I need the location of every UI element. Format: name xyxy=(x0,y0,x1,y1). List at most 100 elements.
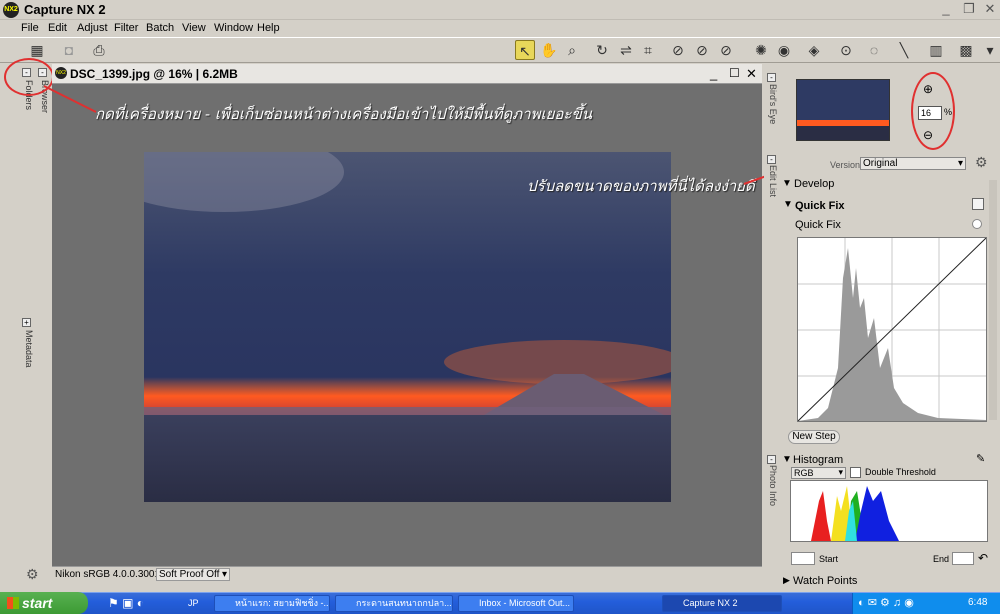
develop-section-arrow-icon[interactable]: ▼ xyxy=(782,178,792,189)
clock: 6:48 xyxy=(968,597,988,608)
version-dropdown[interactable]: Original ▾ xyxy=(860,157,966,170)
doc-close-icon[interactable]: ✕ xyxy=(746,66,757,82)
tray-icons[interactable]: ◐ ✉ ⚙ ♫ ◉ xyxy=(858,596,914,609)
settings-gear-icon[interactable]: ⚙ xyxy=(26,566,39,583)
edit-list-gear-icon[interactable]: ⚙ xyxy=(975,154,988,171)
photo-info-tab[interactable]: Photo Info xyxy=(766,465,778,506)
reset-icon[interactable]: ↶ xyxy=(978,551,988,565)
version-label: Version xyxy=(830,160,861,170)
watch-points-header[interactable]: Watch Points xyxy=(793,575,857,587)
double-threshold-checkbox[interactable] xyxy=(850,467,861,478)
new-step-button[interactable]: New Step xyxy=(788,430,840,444)
gray-eyedropper-icon[interactable]: ⊘ xyxy=(692,40,712,60)
restore-button[interactable]: ❐ xyxy=(961,1,977,17)
annotation-circle-zoom xyxy=(911,72,955,150)
crop-tool-icon[interactable]: ⌗ xyxy=(638,40,658,60)
white-eyedropper-icon[interactable]: ⊘ xyxy=(716,40,736,60)
menu-file[interactable]: File xyxy=(21,22,39,34)
document-title: DSC_1399.jpg @ 16% | 6.2MB xyxy=(70,67,238,81)
expand-metadata-button[interactable]: + xyxy=(22,318,31,327)
title-bar xyxy=(0,0,1000,20)
dropdown-arrow-icon: ▾ xyxy=(957,158,963,169)
start-label: start xyxy=(22,595,53,611)
gradient-tool-icon[interactable]: ▥ xyxy=(926,40,946,60)
end-input[interactable] xyxy=(952,552,974,565)
histogram-arrow-icon[interactable]: ▼ xyxy=(782,454,792,465)
windows-logo-icon xyxy=(7,597,19,609)
double-threshold-label: Double Threshold xyxy=(865,467,936,477)
histogram-graph xyxy=(790,480,988,542)
metadata-tab[interactable]: Metadata xyxy=(20,330,34,368)
annotation-arrow-left xyxy=(43,85,97,113)
channel-value: RGB xyxy=(794,468,814,478)
watch-points-arrow-icon[interactable]: ▶ xyxy=(783,575,790,586)
task-capture-nx[interactable]: Capture NX 2 xyxy=(662,595,782,612)
camera-icon[interactable]: ◘ xyxy=(59,40,79,60)
straighten-tool-icon[interactable]: ⇌ xyxy=(616,40,636,60)
start-label: Start xyxy=(819,554,839,564)
menu-help[interactable]: Help xyxy=(257,22,280,34)
menu-view[interactable]: View xyxy=(182,22,206,34)
soft-proof-dropdown[interactable]: Soft Proof Off ▾ xyxy=(156,568,230,581)
language-indicator[interactable]: JP xyxy=(188,598,199,608)
doc-maximize-icon[interactable]: ☐ xyxy=(729,66,740,80)
doc-minimize-icon[interactable]: _ xyxy=(710,66,717,81)
soft-proof-value: Soft Proof Off xyxy=(159,569,220,580)
menu-adjust[interactable]: Adjust xyxy=(77,22,108,34)
quick-fix-arrow-icon[interactable]: ▼ xyxy=(783,199,793,210)
minimize-button[interactable]: _ xyxy=(938,1,954,17)
annotation-left-note: กดที่เครื่องหมาย - เพื่อเก็บซ่อนหน้าต่าง… xyxy=(95,105,592,123)
collapse-edit-list-button[interactable]: - xyxy=(767,155,776,164)
quicklaunch-icons[interactable]: ⚑ ▣ ◐ xyxy=(108,596,144,610)
direct-select-tool-icon[interactable]: ↖ xyxy=(515,40,535,60)
task-forum[interactable]: กระดานสนทนาถกปลา... xyxy=(335,595,453,612)
app-logo-icon: NX2 xyxy=(3,2,19,18)
channel-dropdown[interactable]: RGB ▾ xyxy=(791,467,846,479)
quick-fix-checkbox[interactable] xyxy=(972,198,984,210)
control-point-icon[interactable]: ⊙ xyxy=(836,40,856,60)
print-icon[interactable]: ⎙ xyxy=(89,40,109,60)
task-siamfishing[interactable]: หน้าแรก: สยามฟิชชิ่ง -... xyxy=(214,595,330,612)
collapse-photo-info-button[interactable]: - xyxy=(767,455,776,464)
zoom-tool-icon[interactable]: ⌕ xyxy=(562,40,582,60)
task-outlook[interactable]: Inbox - Microsoft Out... xyxy=(458,595,574,612)
hand-tool-icon[interactable]: ✋ xyxy=(539,40,559,60)
black-eyedropper-icon[interactable]: ⊘ xyxy=(668,40,688,60)
eye-tool-icon[interactable]: ◉ xyxy=(774,40,794,60)
birds-eye-tab[interactable]: Bird's Eye xyxy=(766,84,778,124)
menu-filter[interactable]: Filter xyxy=(114,22,138,34)
collapse-birds-eye-button[interactable]: - xyxy=(767,73,776,82)
auto-retouch-brush-icon[interactable]: ◈ xyxy=(804,40,824,60)
histogram-settings-icon[interactable]: ✎ xyxy=(976,452,985,465)
dropdown-arrow-icon: ▾ xyxy=(838,467,843,477)
edit-list-scrollbar[interactable] xyxy=(989,180,997,420)
histogram-header[interactable]: Histogram xyxy=(793,454,843,466)
quick-fix-row[interactable]: Quick Fix xyxy=(795,219,841,231)
color-profile-label: Nikon sRGB 4.0.0.3001 xyxy=(55,569,161,580)
left-panel-rail xyxy=(16,64,52,570)
dropdown-arrow-icon: ▾ xyxy=(221,569,227,580)
lasso-tool-icon[interactable]: ◌ xyxy=(864,40,884,60)
edit-list-tab[interactable]: Edit List xyxy=(766,165,778,197)
develop-section-header[interactable]: Develop xyxy=(794,178,834,190)
menu-edit[interactable]: Edit xyxy=(48,22,67,34)
start-input[interactable] xyxy=(791,552,815,565)
version-value: Original xyxy=(863,158,898,169)
menu-window[interactable]: Window xyxy=(214,22,253,34)
toolbar-options-icon[interactable]: ▾ xyxy=(980,40,1000,60)
fill-tool-icon[interactable]: ▩ xyxy=(956,40,976,60)
workspace-icon[interactable]: ▦ xyxy=(27,40,47,60)
document-icon: NX2 xyxy=(55,67,67,79)
quick-fix-radio[interactable] xyxy=(972,219,982,229)
rotate-tool-icon[interactable]: ↻ xyxy=(592,40,612,60)
close-button[interactable]: ✕ xyxy=(982,1,998,17)
red-eye-tool-icon[interactable]: ✺ xyxy=(751,40,771,60)
quick-fix-header[interactable]: Quick Fix xyxy=(795,200,845,212)
curves-graph[interactable] xyxy=(797,237,987,422)
window-title: Capture NX 2 xyxy=(24,2,106,17)
photo-image[interactable] xyxy=(144,152,671,502)
end-label: End xyxy=(933,554,950,564)
menu-batch[interactable]: Batch xyxy=(146,22,174,34)
birds-eye-thumbnail[interactable] xyxy=(796,79,890,141)
brush-tool-icon[interactable]: ╲ xyxy=(894,40,914,60)
